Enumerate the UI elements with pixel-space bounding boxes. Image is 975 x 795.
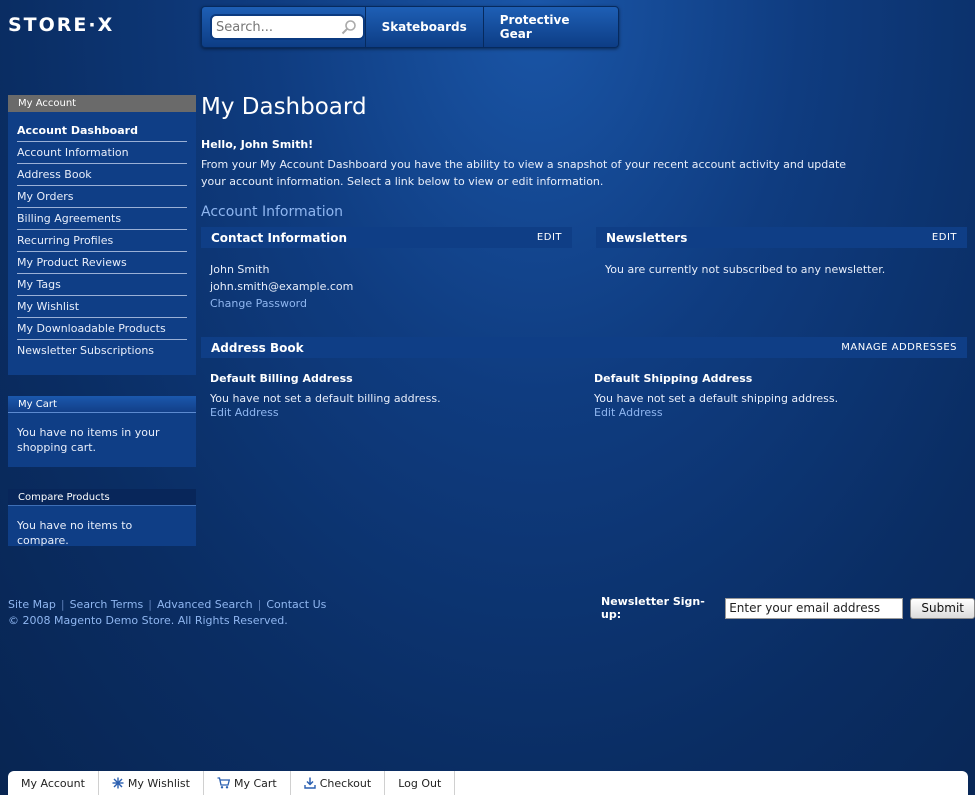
account-nav-recurring-profiles[interactable]: Recurring Profiles [17,230,187,252]
greeting: Hello, John Smith! [201,138,314,151]
nav-skateboards[interactable]: Skateboards [364,7,483,47]
manage-addresses-link[interactable]: MANAGE ADDRESSES [841,342,957,353]
footer-separator: | [257,598,262,611]
snowflake-icon [112,777,124,789]
default-billing-title: Default Billing Address [210,372,353,385]
contact-name: John Smith [210,263,270,276]
search-input[interactable] [216,17,344,37]
footer-search-terms[interactable]: Search Terms [70,598,144,611]
toolbar-checkout[interactable]: Checkout [291,771,386,795]
account-nav-my-orders[interactable]: My Orders [17,186,187,208]
toolbar-my-cart[interactable]: My Cart [204,771,291,795]
account-nav-product-reviews[interactable]: My Product Reviews [17,252,187,274]
toolbar-log-out-label: Log Out [398,776,442,790]
contact-information-title: Contact Information [211,230,348,245]
toolbar-my-account-label: My Account [21,776,85,790]
top-navigation: Skateboards Protective Gear [201,6,619,48]
default-shipping-title: Default Shipping Address [594,372,753,385]
address-book-header: Address Book MANAGE ADDRESSES [201,337,967,358]
account-nav-my-wishlist[interactable]: My Wishlist [17,296,187,318]
toolbar-my-account[interactable]: My Account [8,771,99,795]
search-box [210,14,365,40]
dashboard-intro: From your My Account Dashboard you have … [201,158,847,188]
account-nav-address-book[interactable]: Address Book [17,164,187,186]
footer-links: Site Map | Search Terms | Advanced Search | Co… [8,598,326,611]
nav-protective-gear[interactable]: Protective Gear [482,7,618,47]
account-nav-billing-agreements[interactable]: Billing Agreements [17,208,187,230]
cart-icon [217,777,230,789]
newsletter-signup: Newsletter Sign-up: Submit [601,595,975,621]
newsletters-title: Newsletters [606,230,688,245]
footer-separator: | [60,598,65,611]
bottom-toolbar: My Account My Wishlist My Cart Checkout … [8,771,968,795]
my-cart-block: My Cart You have no items in your shoppi… [8,396,196,467]
contact-information-header: Contact Information EDIT [201,227,572,248]
account-nav-newsletter-subscriptions[interactable]: Newsletter Subscriptions [17,340,187,362]
address-book-title: Address Book [211,340,304,355]
footer-separator: | [148,598,152,611]
account-information-heading: Account Information [201,204,344,220]
account-nav-downloadable-products[interactable]: My Downloadable Products [17,318,187,340]
search-icon[interactable] [341,19,357,35]
toolbar-my-cart-label: My Cart [233,776,277,790]
account-nav-dashboard: Account Dashboard [17,120,187,142]
newsletters-edit-link[interactable]: EDIT [932,232,957,243]
my-cart-message: You have no items in your shopping cart. [17,426,160,454]
toolbar-log-out[interactable]: Log Out [385,771,456,795]
account-nav-list: Account Dashboard Account Information Ad… [8,112,196,362]
my-account-title: My Account [8,95,196,112]
contact-email: john.smith@example.com [210,280,354,293]
my-cart-title: My Cart [8,396,196,413]
change-password-link[interactable]: Change Password [210,295,307,312]
toolbar-my-wishlist-label: My Wishlist [127,776,190,790]
newsletters-header: Newsletters EDIT [596,227,967,248]
compare-products-message: You have no items to compare. [17,519,133,547]
newsletter-label: Newsletter Sign-up: [601,595,705,621]
my-account-block: My Account Account Dashboard Account Inf… [8,95,196,375]
store-logo[interactable]: STORE·X [8,14,114,36]
compare-products-block: Compare Products You have no items to co… [8,489,196,547]
footer-advanced-search[interactable]: Advanced Search [157,598,253,611]
footer-contact-us[interactable]: Contact Us [266,598,326,611]
newsletter-email-input[interactable] [725,597,904,619]
account-nav-my-tags[interactable]: My Tags [17,274,187,296]
compare-products-title: Compare Products [8,489,196,506]
edit-billing-address-link[interactable]: Edit Address [210,404,279,421]
page-title: My Dashboard [201,94,367,120]
newsletter-submit-button[interactable]: Submit [910,597,975,619]
toolbar-checkout-label: Checkout [319,776,372,790]
contact-edit-link[interactable]: EDIT [537,232,562,243]
copyright: © 2008 Magento Demo Store. All Rights Re… [8,614,288,627]
account-nav-account-information[interactable]: Account Information [17,142,187,164]
toolbar-my-wishlist[interactable]: My Wishlist [99,771,204,795]
newsletters-status: You are currently not subscribed to any … [605,263,886,276]
checkout-download-icon [304,777,316,789]
footer-site-map[interactable]: Site Map [8,598,56,611]
edit-shipping-address-link[interactable]: Edit Address [594,404,663,421]
